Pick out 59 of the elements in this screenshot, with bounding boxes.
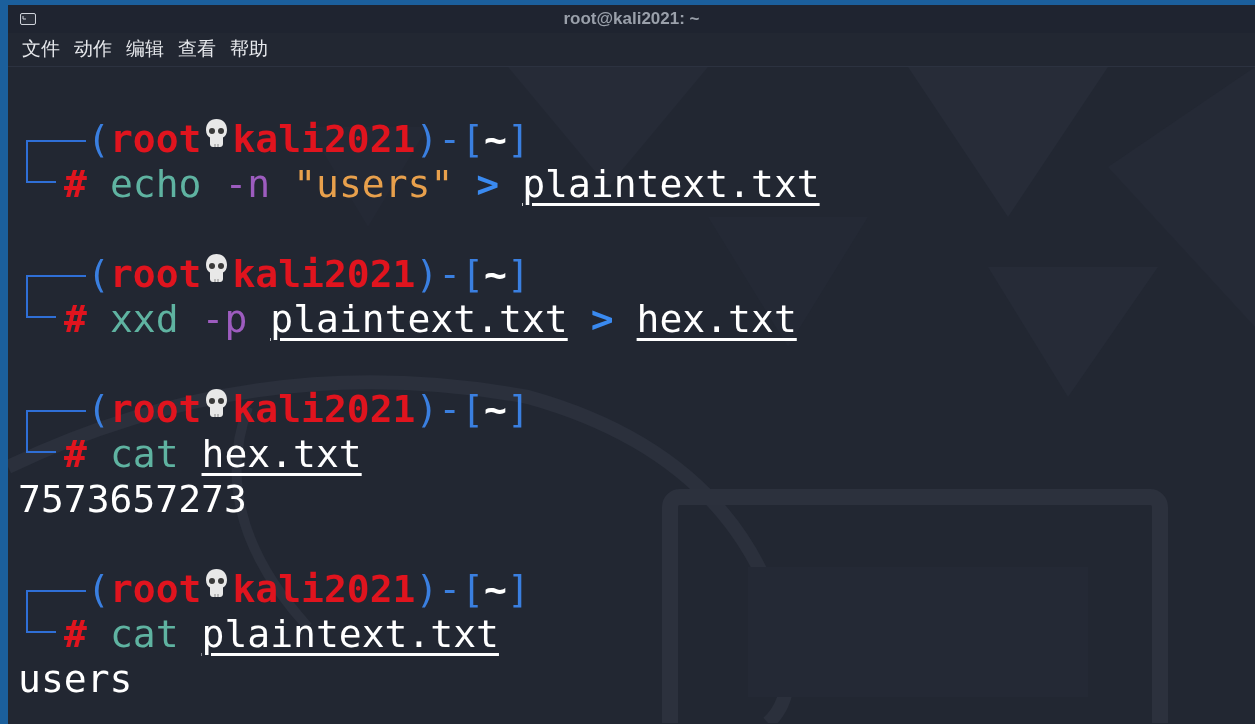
prompt-name: root — [109, 567, 202, 612]
file-path: plaintext.txt — [201, 612, 499, 657]
output-line: 7573657273 — [18, 477, 247, 522]
menu-item[interactable]: 编辑 — [120, 35, 170, 64]
command-string: "users" — [293, 162, 454, 207]
prompt-dash: - — [438, 117, 462, 162]
prompt-bracket: [ — [461, 252, 485, 297]
prompt-hash: # — [64, 297, 87, 342]
prompt-bracket: ) — [415, 117, 439, 162]
window-title: root@kali2021: ~ — [563, 9, 700, 29]
command-option-text: -p — [201, 297, 248, 342]
prompt-bracket: ( — [87, 387, 110, 432]
prompt-bracket: ( — [87, 117, 110, 162]
prompt-name: root — [109, 387, 202, 432]
prompt-name: kali2021 — [232, 567, 416, 612]
prompt-dash: - — [438, 567, 462, 612]
prompt-bracket: ] — [507, 387, 530, 432]
prompt-bracket: ( — [87, 567, 110, 612]
file-path: plaintext.txt — [270, 297, 568, 342]
command-name: echo — [109, 162, 202, 207]
terminal-icon — [20, 13, 36, 25]
prompt-name: kali2021 — [232, 387, 416, 432]
menu-item[interactable]: 帮助 — [224, 35, 274, 64]
prompt-bracket: ) — [415, 252, 439, 297]
redirect-operator: > — [476, 162, 500, 207]
command-name: cat — [109, 432, 179, 477]
menu-item[interactable]: 动作 — [68, 35, 118, 64]
prompt-hash: # — [64, 612, 87, 657]
prompt-directory: ~ — [484, 117, 507, 162]
prompt-bracket: ] — [507, 567, 530, 612]
prompt-directory: ~ — [484, 567, 507, 612]
prompt-bracket: ( — [87, 252, 110, 297]
prompt-hash: # — [64, 432, 87, 477]
prompt-bracket: [ — [461, 387, 485, 432]
prompt-directory: ~ — [484, 252, 507, 297]
prompt-bracket: ) — [415, 387, 439, 432]
prompt-directory: ~ — [484, 387, 507, 432]
file-path: plaintext.txt — [522, 162, 820, 207]
prompt-name: kali2021 — [232, 117, 416, 162]
file-path: hex.txt — [201, 432, 362, 477]
file-path: hex.txt — [636, 297, 797, 342]
prompt-hash: # — [64, 162, 87, 207]
prompt-bracket: ] — [507, 252, 530, 297]
prompt-bracket: ) — [415, 567, 439, 612]
command-name: xxd — [109, 297, 179, 342]
prompt-dash: - — [438, 252, 462, 297]
prompt-bracket: [ — [461, 567, 485, 612]
prompt-dash: - — [438, 387, 462, 432]
command-name: cat — [109, 612, 179, 657]
prompt-name: kali2021 — [232, 252, 416, 297]
menu-item[interactable]: 文件 — [16, 35, 66, 64]
redirect-operator: > — [590, 297, 614, 342]
prompt-name: root — [109, 117, 202, 162]
menu-item[interactable]: 查看 — [172, 35, 222, 64]
prompt-name: root — [109, 252, 202, 297]
prompt-bracket: [ — [461, 117, 485, 162]
output-line: users — [18, 657, 133, 702]
command-option-text: -n — [224, 162, 271, 207]
prompt-bracket: ] — [507, 117, 530, 162]
